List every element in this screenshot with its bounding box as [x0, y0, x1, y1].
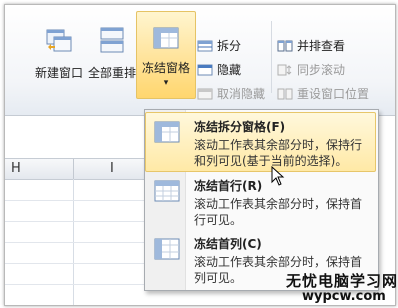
new-window-label: 新建窗口	[35, 66, 84, 80]
split-label: 拆分	[217, 39, 242, 53]
side-by-side-icon	[277, 40, 293, 51]
unhide-button[interactable]: 取消隐藏	[197, 85, 265, 102]
hide-button[interactable]: 隐藏	[197, 61, 241, 78]
menu-item-freeze-top-row[interactable]: 冻结首行(R) 滚动工作表其余部分时，保持首行可见。	[146, 172, 375, 230]
row-gridline	[5, 200, 150, 201]
unhide-icon	[197, 88, 213, 99]
freeze-top-row-icon	[154, 180, 180, 206]
hide-icon	[197, 64, 213, 75]
excel-window: 新建窗口 全部重排 冻结窗格 ▾ 拆分 隐藏 取消隐藏 并排查看 同步滚动 重设…	[4, 4, 396, 306]
freeze-panes-icon	[137, 26, 195, 53]
new-window-icon	[35, 25, 83, 58]
column-header-i[interactable]: I	[110, 159, 114, 179]
watermark-site-url: wypcw.com	[302, 289, 386, 304]
freeze-panes-icon	[154, 121, 180, 147]
sync-scroll-button[interactable]: 同步滚动	[277, 61, 345, 78]
column-divider	[73, 159, 74, 179]
unhide-label: 取消隐藏	[217, 87, 266, 101]
mouse-pointer-icon	[271, 165, 285, 190]
sync-scroll-icon	[277, 64, 292, 75]
hide-label: 隐藏	[217, 63, 242, 77]
menu-item-title: 冻结拆分窗格(F)	[194, 120, 286, 134]
arrange-all-icon	[88, 25, 136, 58]
reset-window-position-label: 重设窗口位置	[297, 87, 370, 101]
freeze-panes-label: 冻结窗格	[141, 61, 190, 75]
menu-item-description: 滚动工作表其余部分时，保持首行可见。	[194, 197, 363, 227]
split-button[interactable]: 拆分	[197, 37, 241, 54]
reset-window-icon	[277, 88, 293, 99]
view-side-by-side-button[interactable]: 并排查看	[277, 37, 345, 54]
menu-item-freeze-panes[interactable]: 冻结拆分窗格(F) 滚动工作表其余部分时，保持行和列可见(基于当前的选择)。	[145, 112, 376, 172]
menu-item-title: 冻结首行(R)	[194, 179, 263, 193]
row-gridline	[5, 284, 150, 285]
row-gridline	[5, 263, 150, 264]
row-gridline	[5, 221, 150, 222]
watermark-site-name: 无忧电脑学习网	[286, 272, 398, 290]
row-gridline	[5, 242, 150, 243]
freeze-panes-dropdown-menu: 冻结拆分窗格(F) 滚动工作表其余部分时，保持行和列可见(基于当前的选择)。 冻…	[144, 109, 379, 291]
chevron-down-icon: ▾	[163, 78, 169, 88]
reset-window-position-button[interactable]: 重设窗口位置	[277, 85, 369, 102]
view-side-by-side-label: 并排查看	[297, 39, 346, 53]
sync-scroll-label: 同步滚动	[297, 63, 346, 77]
menu-item-title: 冻结首列(C)	[194, 237, 262, 251]
ribbon-divider	[271, 21, 272, 93]
column-header-h[interactable]: H	[11, 159, 21, 179]
arrange-all-label: 全部重排	[88, 66, 137, 80]
split-icon	[197, 40, 213, 51]
new-window-button[interactable]: 新建窗口	[35, 25, 83, 81]
menu-item-description: 滚动工作表其余部分时，保持行和列可见(基于当前的选择)。	[194, 138, 363, 168]
freeze-panes-button[interactable]: 冻结窗格 ▾	[136, 11, 196, 99]
arrange-all-button[interactable]: 全部重排	[88, 25, 136, 81]
column-header-row: H I	[5, 158, 150, 180]
freeze-first-column-icon	[154, 238, 180, 264]
ribbon-view-tab: 新建窗口 全部重排 冻结窗格 ▾ 拆分 隐藏 取消隐藏 并排查看 同步滚动 重设…	[5, 5, 395, 116]
